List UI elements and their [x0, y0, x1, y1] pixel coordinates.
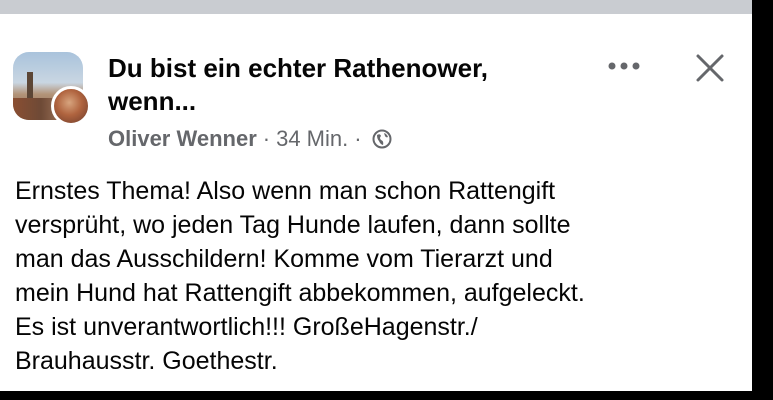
screen: Du bist ein echter Rathenower, wenn... O… [0, 0, 773, 400]
post-body: Ernstes Thema! Also wenn man schon Ratte… [15, 174, 740, 378]
close-icon [695, 53, 725, 88]
post-time[interactable]: 34 Min. [276, 126, 348, 151]
group-name[interactable]: Du bist ein echter Rathenower, wenn... [108, 52, 578, 118]
post-body-line: versprüht, wo jeden Tag Hunde laufen, da… [15, 211, 571, 239]
meta-separator: · [262, 126, 271, 151]
post-body-line: Brauhausstr. Goethestr. [15, 347, 278, 375]
meta-separator: · [354, 126, 362, 151]
post-body-line: Es ist unverantwortlich!!! GroßeHagenstr… [15, 313, 478, 341]
post-avatars[interactable] [13, 52, 93, 126]
post-meta: Oliver Wenner · 34 Min. · [108, 124, 392, 157]
group-name-line-2: wenn... [108, 86, 197, 116]
author-name[interactable]: Oliver Wenner [108, 126, 257, 151]
more-dots-icon [606, 58, 642, 76]
post-card: Du bist ein echter Rathenower, wenn... O… [0, 14, 752, 391]
post-body-line: Ernstes Thema! Also wenn man schon Ratte… [15, 177, 556, 205]
user-avatar[interactable] [51, 86, 91, 126]
post-body-line: man das Ausschildern! Komme vom Tierarzt… [15, 245, 553, 273]
top-bar [0, 0, 752, 14]
group-name-line-1: Du bist ein echter Rathenower, [108, 53, 488, 83]
post-body-line: mein Hund hat Rattengift abbekommen, auf… [15, 279, 585, 307]
globe-icon [372, 127, 392, 157]
more-options-button[interactable] [602, 52, 646, 82]
close-button[interactable] [690, 50, 730, 90]
